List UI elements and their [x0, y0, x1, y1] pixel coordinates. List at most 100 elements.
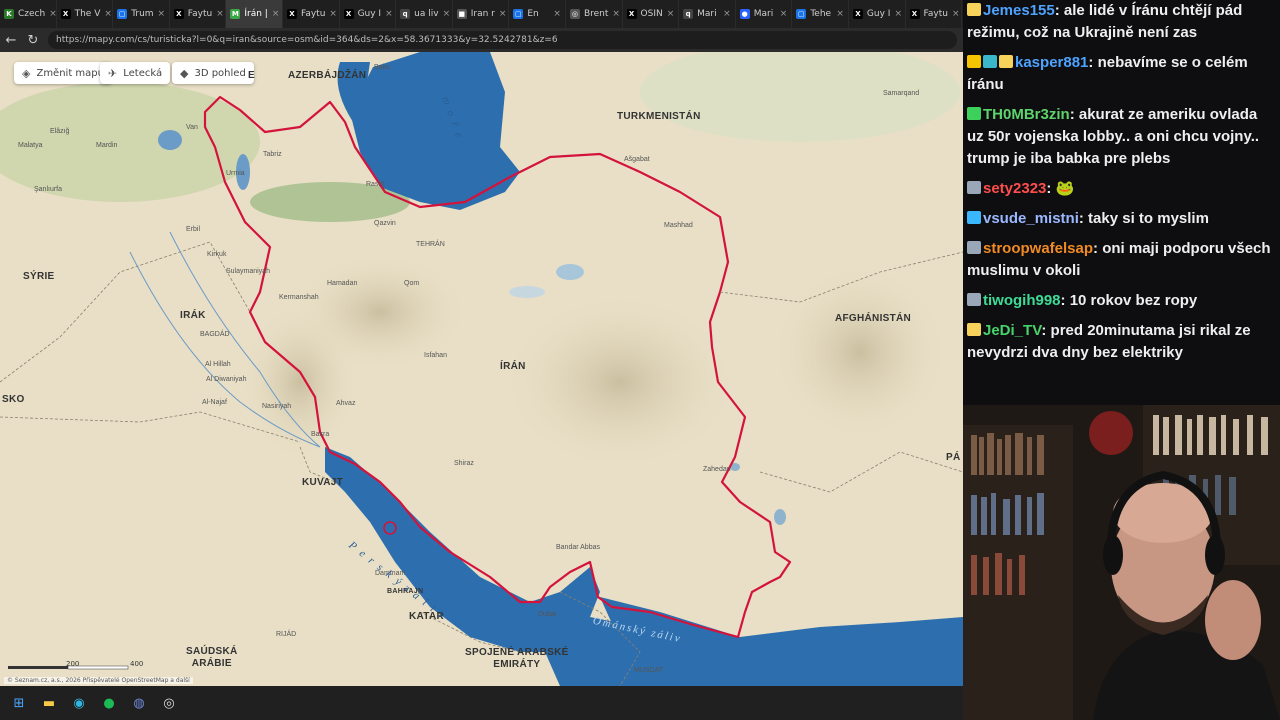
chat-message: stroopwafelsap: oni maji podporu všech m… — [967, 238, 1276, 282]
tab-close-icon[interactable]: × — [495, 9, 507, 19]
browser-tab[interactable]: ■ Iran r × — [453, 0, 510, 28]
chat-username[interactable]: JeDi_TV — [983, 322, 1041, 339]
city-label: Mardin — [96, 142, 118, 149]
browser-tab[interactable]: q Mari × — [679, 0, 736, 28]
spotify-icon[interactable]: ● — [98, 692, 120, 714]
chat-username[interactable]: sety2323 — [983, 180, 1046, 197]
city-label: Baku — [374, 64, 390, 71]
tab-favicon-icon: M — [230, 9, 241, 19]
chat-badge-icon — [999, 55, 1013, 68]
tab-close-icon[interactable]: × — [608, 9, 620, 19]
tab-label: ua liv — [414, 9, 439, 19]
chat-message: vsude_mistni: taky si to myslim — [967, 208, 1276, 230]
chat-text: taky si to myslim — [1088, 210, 1209, 227]
chat-username[interactable]: vsude_mistni — [983, 210, 1079, 227]
browser-tab[interactable]: X Faytu × — [170, 0, 227, 28]
tab-favicon-icon: q — [683, 9, 694, 19]
country-label: SÝRIE — [23, 271, 55, 282]
discord-icon[interactable]: ◍ — [128, 692, 150, 714]
browser-tab[interactable]: K Czech × — [0, 0, 57, 28]
city-label: Al Hillah — [205, 361, 231, 368]
map-canvas — [0, 52, 963, 686]
scale-label: 400 — [130, 660, 144, 668]
chat-message: sety2323: 🐸 — [967, 178, 1276, 200]
browser-tab[interactable]: ▢ Trum × — [113, 0, 170, 28]
layers-icon: ◈ — [22, 66, 31, 80]
chat-separator: : — [1088, 54, 1098, 71]
tab-close-icon[interactable]: × — [948, 9, 960, 19]
back-icon[interactable]: ← — [0, 29, 22, 51]
tab-close-icon[interactable]: × — [268, 9, 280, 19]
tab-close-icon[interactable]: × — [719, 9, 731, 19]
tab-close-icon[interactable]: × — [100, 9, 112, 19]
browser-tab[interactable]: M Írán | × — [226, 0, 283, 28]
browser-tab[interactable]: ◎ Brent × — [566, 0, 623, 28]
tab-close-icon[interactable]: × — [663, 9, 675, 19]
windows-icon[interactable]: ⊞ — [8, 692, 30, 714]
tab-favicon-icon: ◎ — [569, 9, 580, 19]
tab-label: Írán | — [244, 9, 268, 19]
chat-username[interactable]: kasper881 — [1015, 54, 1088, 71]
chat-separator: : — [1041, 322, 1051, 339]
tab-close-icon[interactable]: × — [832, 9, 844, 19]
tab-favicon-icon: X — [852, 9, 863, 19]
tab-close-icon[interactable]: × — [890, 9, 902, 19]
tab-label: Faytu — [923, 9, 948, 19]
cube-icon: ◆ — [180, 66, 189, 80]
tab-close-icon[interactable]: × — [45, 9, 55, 19]
chat-message: TH0MBr3zin: akurat ze ameriku ovlada uz … — [967, 104, 1276, 170]
tab-favicon-icon: X — [909, 9, 920, 19]
tab-label: Mari — [697, 9, 717, 19]
browser-tab[interactable]: X Guy I × — [340, 0, 397, 28]
city-label: Van — [186, 124, 198, 131]
change-map-button[interactable]: ◈ Změnit mapu — [14, 62, 112, 84]
chat-username[interactable]: tiwogih998 — [983, 292, 1061, 309]
map-copyright: © Seznam.cz, a.s., 2026 Přispěvatelé Ope… — [4, 677, 193, 684]
url-input[interactable]: https://mapy.com/cs/turisticka?l=0&q=ira… — [48, 31, 957, 49]
browser-tab[interactable]: X The V × — [57, 0, 114, 28]
city-label: TEHRÁN — [416, 241, 445, 248]
taskbar: ⊞ ▬ ◉ ● ◍ ◎ — [0, 686, 963, 720]
browser-tab[interactable]: X Guy I × — [849, 0, 906, 28]
city-label: Basra — [311, 431, 330, 438]
browser-tab[interactable]: X OSIN × — [623, 0, 680, 28]
browser-tab[interactable]: q ua liv × — [396, 0, 453, 28]
tab-favicon-icon: X — [343, 9, 354, 19]
chat-username[interactable]: TH0MBr3zin — [983, 106, 1070, 123]
city-label: Urmia — [226, 170, 245, 177]
chat-message: tiwogih998: 10 rokov bez ropy — [967, 290, 1276, 312]
edge-icon[interactable]: ◉ — [68, 692, 90, 714]
file-explorer-icon[interactable]: ▬ — [38, 692, 60, 714]
chat-username[interactable]: Jemes155 — [983, 2, 1055, 19]
city-label: Ašgabat — [624, 156, 650, 163]
reload-icon[interactable]: ↻ — [22, 29, 44, 51]
chat-username[interactable]: stroopwafelsap — [983, 240, 1093, 257]
browser-tab[interactable]: X Faytu × — [283, 0, 340, 28]
chat-separator: : — [1046, 180, 1056, 197]
city-label: Mashhad — [664, 222, 693, 229]
country-label: AZERBÁJDŽÁN — [288, 70, 367, 81]
tab-close-icon[interactable]: × — [154, 9, 166, 19]
city-label: Kirkuk — [207, 251, 227, 258]
browser-tab[interactable]: X Faytu × — [906, 0, 963, 28]
chat-panel: Jemes155: ale lidé v Íránu chtějí pád re… — [963, 0, 1280, 405]
scale-label: 200 — [66, 660, 80, 668]
tab-favicon-icon: ▢ — [796, 9, 807, 19]
aerial-button[interactable]: ✈ Letecká — [100, 62, 171, 84]
browser-tab[interactable]: ● Mari × — [736, 0, 793, 28]
browser-tab[interactable]: ▢ En × — [509, 0, 566, 28]
city-label: Al-Najaf — [202, 399, 227, 406]
obs-icon[interactable]: ◎ — [158, 692, 180, 714]
tab-close-icon[interactable]: × — [439, 9, 451, 19]
3d-view-button[interactable]: ◆ 3D pohled — [172, 62, 254, 84]
map-view[interactable]: ◈ Změnit mapu ✈ Letecká ◆ 3D pohled AZER… — [0, 52, 963, 686]
tab-close-icon[interactable]: × — [325, 9, 337, 19]
tab-close-icon[interactable]: × — [212, 9, 224, 19]
tab-close-icon[interactable]: × — [776, 9, 788, 19]
tab-favicon-icon: ▢ — [117, 9, 128, 19]
chat-badge-icon — [967, 323, 981, 336]
country-label: SPOJENÉ ARABSKÉ EMIRÁTY — [465, 647, 569, 670]
tab-close-icon[interactable]: × — [381, 9, 393, 19]
browser-tab[interactable]: ▢ Tehe × — [792, 0, 849, 28]
tab-close-icon[interactable]: × — [549, 9, 561, 19]
